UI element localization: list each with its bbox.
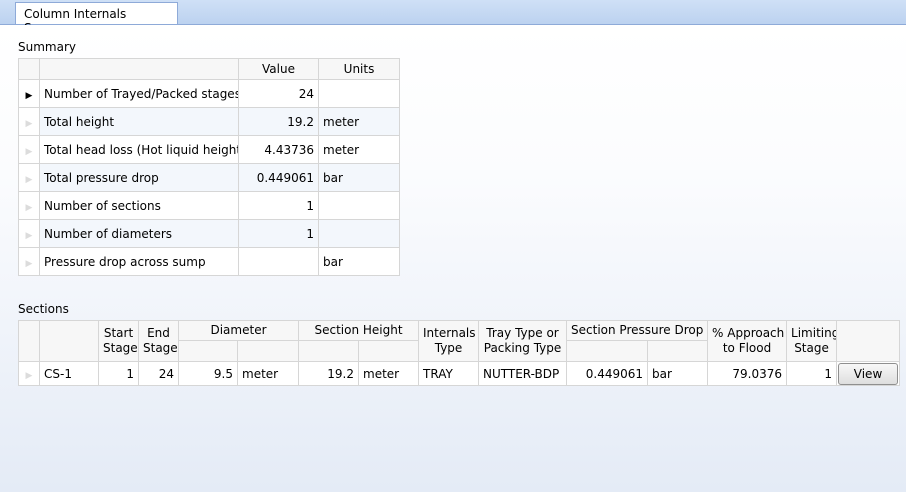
- header-action: [836, 320, 901, 362]
- view-cell: View: [836, 361, 901, 386]
- row-selector[interactable]: ▶: [18, 79, 40, 108]
- sections-header-row: Start Stage End Stage Diameter Section Hei…: [18, 320, 901, 362]
- tray-type[interactable]: NUTTER-BDP: [478, 361, 568, 386]
- limiting-stage[interactable]: 1: [786, 361, 838, 386]
- end-stage[interactable]: 24: [138, 361, 179, 386]
- internals-type[interactable]: TRAY: [418, 361, 480, 386]
- header-tray-type[interactable]: Tray Type or Packing Type: [478, 320, 568, 362]
- row-label: Pressure drop across sump: [39, 247, 239, 276]
- row-value[interactable]: 1: [238, 219, 319, 248]
- row-arrow-icon: ▶: [25, 258, 33, 269]
- table-row[interactable]: ▶ Number of sections 1: [18, 191, 400, 220]
- header-start-stage[interactable]: Start Stage: [98, 320, 139, 362]
- row-selector[interactable]: ▶: [18, 135, 40, 164]
- row-selector[interactable]: ▶: [18, 107, 40, 136]
- row-units[interactable]: [318, 79, 400, 108]
- header-diameter[interactable]: Diameter: [178, 320, 299, 341]
- section-height-value[interactable]: 19.2: [298, 361, 359, 386]
- header-section-height[interactable]: Section Height: [297, 320, 420, 341]
- row-selector[interactable]: ▶: [18, 361, 40, 386]
- header-end-stage[interactable]: End Stage: [138, 320, 179, 362]
- header-value[interactable]: Value: [238, 58, 319, 80]
- subheader-diameter-value: [178, 340, 238, 362]
- row-label: Number of sections: [39, 191, 239, 220]
- row-value[interactable]: 19.2: [238, 107, 319, 136]
- approach-flood[interactable]: 79.0376: [707, 361, 788, 386]
- table-row[interactable]: ▶ Number of diameters 1: [18, 219, 400, 248]
- tab-column-internals-summary[interactable]: Column Internals Summary: [15, 2, 178, 35]
- row-arrow-icon: ▶: [25, 146, 33, 157]
- row-units[interactable]: meter: [318, 107, 400, 136]
- summary-label: Summary: [18, 40, 76, 54]
- table-row[interactable]: ▶ CS-1 1 24 9.5 meter 19.2 meter TRAY NU…: [18, 361, 901, 386]
- row-selector[interactable]: ▶: [18, 219, 40, 248]
- row-value[interactable]: 4.43736: [238, 135, 319, 164]
- start-stage[interactable]: 1: [98, 361, 139, 386]
- header-units[interactable]: Units: [318, 58, 400, 80]
- row-units[interactable]: bar: [318, 163, 400, 192]
- row-label: Number of diameters: [39, 219, 239, 248]
- sections-table: Start Stage End Stage Diameter Section Hei…: [18, 320, 901, 386]
- header-name: [39, 320, 99, 362]
- row-units[interactable]: bar: [318, 247, 400, 276]
- sections-label: Sections: [18, 302, 69, 316]
- tab-bar: Column Internals Summary: [0, 0, 906, 35]
- row-arrow-icon: ▶: [25, 118, 33, 129]
- row-arrow-icon: ▶: [25, 174, 33, 185]
- row-label: Number of Trayed/Packed stages: [39, 79, 239, 108]
- table-row[interactable]: ▶ Total head loss (Hot liquid height) 4.…: [18, 135, 400, 164]
- row-selector[interactable]: ▶: [18, 163, 40, 192]
- table-row[interactable]: ▶ Pressure drop across sump bar: [18, 247, 400, 276]
- row-selector[interactable]: ▶: [18, 191, 40, 220]
- row-label: Total height: [39, 107, 239, 136]
- subheader-height-value: [298, 340, 359, 362]
- row-label: Total head loss (Hot liquid height): [39, 135, 239, 164]
- row-value[interactable]: 24: [238, 79, 319, 108]
- table-row[interactable]: ▶ Total height 19.2 meter: [18, 107, 400, 136]
- row-units[interactable]: meter: [318, 135, 400, 164]
- summary-table: Value Units ▶ Number of Trayed/Packed st…: [18, 58, 400, 276]
- row-value[interactable]: [238, 247, 319, 276]
- row-arrow-icon: ▶: [25, 230, 33, 241]
- header-blank: [39, 58, 239, 80]
- corner-cell: [18, 320, 40, 362]
- row-selector[interactable]: ▶: [18, 247, 40, 276]
- section-pressure-drop-units[interactable]: bar: [647, 361, 709, 386]
- subheader-pdrop-units: [647, 340, 709, 362]
- section-height-units[interactable]: meter: [357, 361, 420, 386]
- subheader-diameter-units: [237, 340, 299, 362]
- row-value[interactable]: 1: [238, 191, 319, 220]
- row-arrow-icon: ▶: [25, 370, 33, 381]
- table-row[interactable]: ▶ Number of Trayed/Packed stages 24: [18, 79, 400, 108]
- diameter-units[interactable]: meter: [237, 361, 299, 386]
- summary-header-row: Value Units: [18, 58, 400, 80]
- row-arrow-icon: ▶: [25, 202, 33, 213]
- section-name[interactable]: CS-1: [39, 361, 99, 386]
- header-internals-type[interactable]: Internals Type: [418, 320, 480, 362]
- section-pressure-drop-value[interactable]: 0.449061: [566, 361, 649, 386]
- content-panel: Summary Value Units ▶ Number of Trayed/P…: [0, 25, 906, 492]
- header-section-pressure-drop[interactable]: Section Pressure Drop: [566, 320, 709, 341]
- row-value[interactable]: 0.449061: [238, 163, 319, 192]
- row-label: Total pressure drop: [39, 163, 239, 192]
- current-row-arrow-icon: ▶: [25, 90, 33, 101]
- header-approach-flood[interactable]: % Approach to Flood: [707, 320, 788, 362]
- row-units[interactable]: [318, 219, 400, 248]
- view-button[interactable]: View: [838, 362, 899, 385]
- header-limiting-stage[interactable]: Limiting Stage: [786, 320, 838, 362]
- corner-cell: [18, 58, 40, 80]
- table-row[interactable]: ▶ Total pressure drop 0.449061 bar: [18, 163, 400, 192]
- subheader-height-units: [357, 340, 420, 362]
- diameter-value[interactable]: 9.5: [178, 361, 238, 386]
- row-units[interactable]: [318, 191, 400, 220]
- subheader-pdrop-value: [566, 340, 649, 362]
